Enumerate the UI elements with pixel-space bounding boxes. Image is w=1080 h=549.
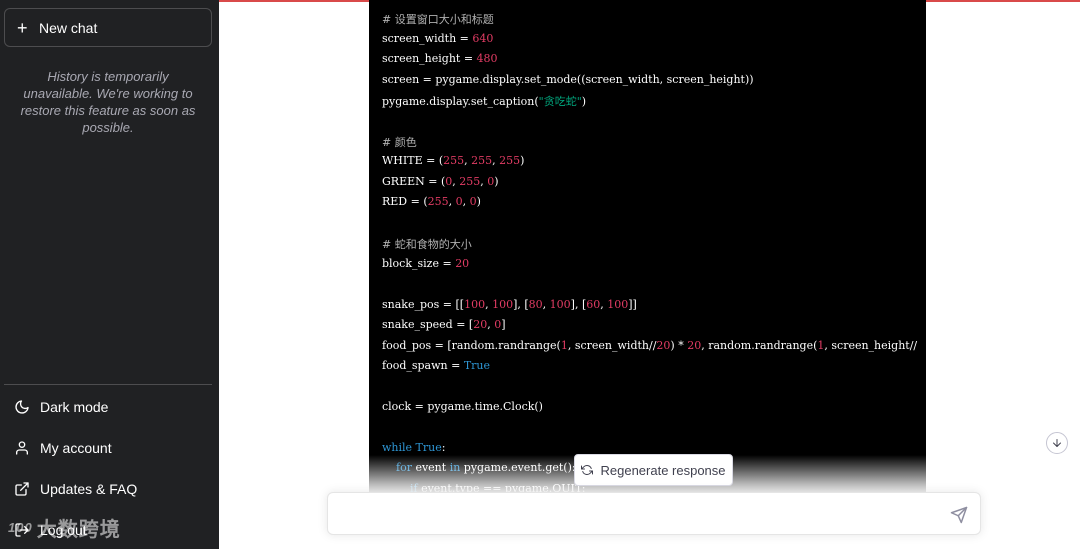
message-input[interactable] xyxy=(340,504,940,526)
my-account-button[interactable]: My account xyxy=(4,429,212,467)
code-line: while True: xyxy=(382,441,446,454)
regenerate-response-button[interactable]: Regenerate response xyxy=(574,454,733,486)
scroll-to-bottom-button[interactable] xyxy=(1046,432,1068,454)
code-comment: # 设置窗口大小和标题 xyxy=(382,13,494,26)
user-icon xyxy=(16,441,28,455)
code-line: # 设置窗口大小和标题 xyxy=(382,11,494,27)
code-comment: # 颜色 xyxy=(382,136,417,149)
sidebar: + New chat History is temporarily unavai… xyxy=(0,0,219,549)
moon-icon xyxy=(15,400,29,414)
code-line: food_pos = [random.randrange(1, screen_w… xyxy=(382,339,918,352)
code-line: clock = pygame.time.Clock() xyxy=(382,400,543,413)
history-unavailable-note: History is temporarily unavailable. We'r… xyxy=(20,69,196,135)
sidebar-divider xyxy=(4,384,212,385)
updates-faq-link[interactable]: Updates & FAQ xyxy=(4,470,212,508)
code-line: RED = (255, 0, 0) xyxy=(382,195,481,208)
code-line: screen_width = 640 xyxy=(382,32,494,45)
code-line: WHITE = (255, 255, 255) xyxy=(382,154,525,167)
log-out-label: Log out xyxy=(40,522,87,538)
code-line: if event.type == pygame.QUIT: xyxy=(409,482,586,492)
send-icon[interactable] xyxy=(950,506,968,524)
code-block: # 设置窗口大小和标题 screen_width = 640 screen_he… xyxy=(369,0,926,492)
code-line: # 颜色 xyxy=(382,134,417,150)
code-line: block_size = 20 xyxy=(382,257,470,270)
dark-mode-label: Dark mode xyxy=(40,399,109,415)
code-line: screen = pygame.display.set_mode((screen… xyxy=(382,73,754,86)
logout-icon xyxy=(15,523,29,537)
external-link-icon xyxy=(15,482,29,496)
dark-mode-button[interactable]: Dark mode xyxy=(4,388,212,426)
regenerate-label: Regenerate response xyxy=(600,462,726,478)
my-account-label: My account xyxy=(40,440,112,456)
code-line: for event in pygame.event.get(): xyxy=(396,461,576,474)
code-line: snake_pos = [[100, 100], [80, 100], [60,… xyxy=(382,298,637,311)
code-line: screen_height = 480 xyxy=(382,52,498,65)
code-line: pygame.display.set_caption("贪吃蛇") xyxy=(382,95,587,108)
refresh-icon xyxy=(581,464,594,476)
code-comment: # 蛇和食物的大小 xyxy=(382,238,472,251)
code-line: # 蛇和食物的大小 xyxy=(382,236,472,252)
new-chat-label: New chat xyxy=(39,19,98,36)
message-composer xyxy=(327,492,981,535)
code-line: snake_speed = [20, 0] xyxy=(382,318,506,331)
new-chat-button[interactable]: + New chat xyxy=(4,8,212,47)
code-line: GREEN = (0, 255, 0) xyxy=(382,175,499,188)
updates-faq-label: Updates & FAQ xyxy=(40,481,138,497)
log-out-button[interactable]: Log out xyxy=(4,511,212,549)
plus-icon: + xyxy=(17,17,28,38)
code-line: food_spawn = True xyxy=(382,359,491,372)
arrow-down-icon xyxy=(1053,439,1061,447)
